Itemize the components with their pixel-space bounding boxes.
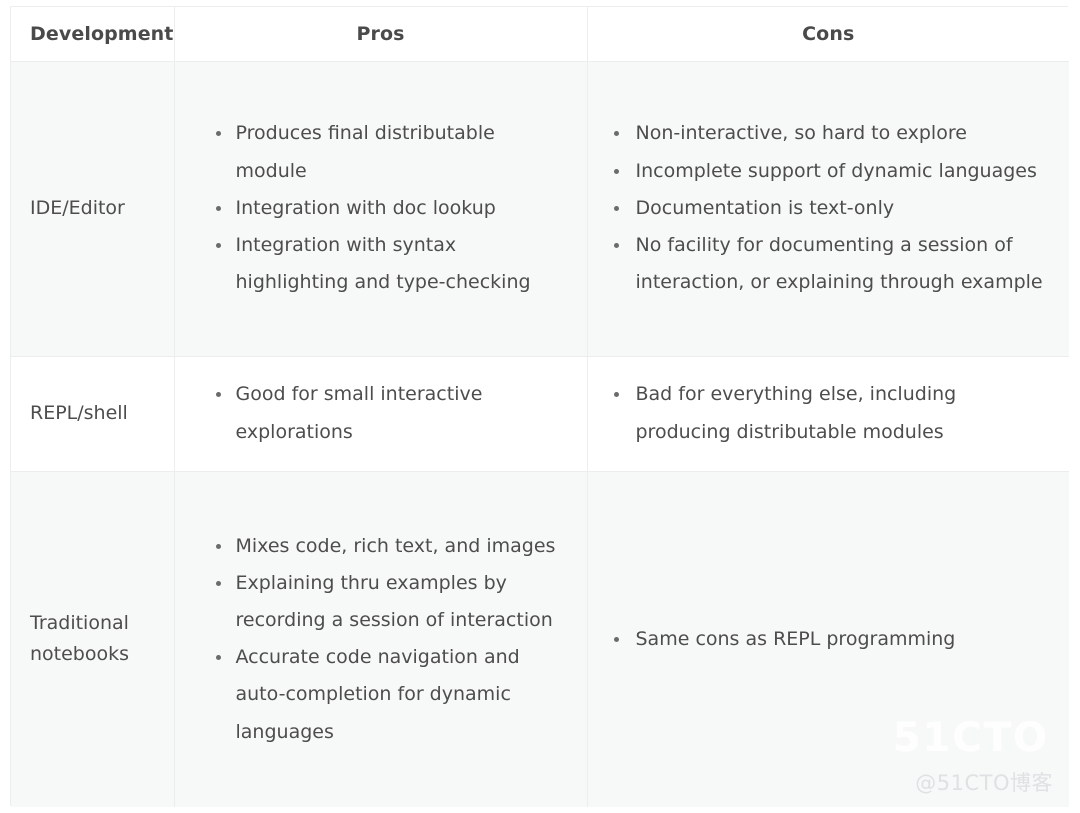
column-header-pros: Pros	[174, 7, 588, 62]
comparison-table: Development Pros Cons IDE/Editor Produce…	[11, 7, 1069, 807]
column-header-cons: Cons	[587, 7, 1069, 62]
list-item: Incomplete support of dynamic languages	[612, 153, 1054, 190]
pros-list: Mixes code, rich text, and images Explai…	[175, 528, 571, 751]
list-item: Same cons as REPL programming	[612, 621, 1054, 658]
cell-pros: Produces final distributable module Inte…	[174, 61, 588, 357]
table-body: IDE/Editor Produces final distributable …	[11, 61, 1069, 807]
development-label: IDE/Editor	[30, 197, 125, 220]
list-item: Integration with doc lookup	[214, 190, 571, 227]
cell-cons: Bad for everything else, including produ…	[587, 356, 1069, 472]
list-item: Mixes code, rich text, and images	[214, 528, 571, 565]
list-item: Bad for everything else, including produ…	[612, 376, 1054, 450]
cell-pros: Good for small interactive explorations	[174, 356, 588, 472]
table-row: IDE/Editor Produces final distributable …	[11, 61, 1069, 357]
pros-list: Produces final distributable module Inte…	[175, 115, 571, 301]
cell-cons: Same cons as REPL programming	[587, 471, 1069, 807]
list-item: Non-interactive, so hard to explore	[612, 115, 1054, 152]
table-row: Traditional notebooks Mixes code, rich t…	[11, 471, 1069, 807]
cell-pros: Mixes code, rich text, and images Explai…	[174, 471, 588, 807]
cell-development: IDE/Editor	[11, 61, 175, 357]
list-item: Good for small interactive explorations	[214, 376, 571, 450]
table-header: Development Pros Cons	[11, 7, 1069, 62]
table-header-row: Development Pros Cons	[11, 7, 1069, 62]
list-item: Explaining thru examples by recording a …	[214, 565, 571, 639]
page-root: Development Pros Cons IDE/Editor Produce…	[0, 0, 1080, 813]
column-header-development: Development	[11, 7, 175, 62]
comparison-table-container: Development Pros Cons IDE/Editor Produce…	[10, 6, 1069, 807]
cons-list: Bad for everything else, including produ…	[588, 376, 1054, 450]
list-item: Documentation is text-only	[612, 190, 1054, 227]
list-item: No facility for documenting a session of…	[612, 227, 1054, 301]
pros-list: Good for small interactive explorations	[175, 376, 571, 450]
table-row: REPL/shell Good for small interactive ex…	[11, 356, 1069, 472]
cons-list: Same cons as REPL programming	[588, 621, 1054, 658]
cons-list: Non-interactive, so hard to explore Inco…	[588, 115, 1054, 301]
development-label: REPL/shell	[30, 402, 128, 425]
list-item: Produces final distributable module	[214, 115, 571, 189]
list-item: Accurate code navigation and auto-comple…	[214, 639, 571, 751]
list-item: Integration with syntax highlighting and…	[214, 227, 571, 301]
cell-development: REPL/shell	[11, 356, 175, 472]
development-label: Traditional notebooks	[30, 612, 130, 666]
cell-development: Traditional notebooks	[11, 471, 175, 807]
cell-cons: Non-interactive, so hard to explore Inco…	[587, 61, 1069, 357]
